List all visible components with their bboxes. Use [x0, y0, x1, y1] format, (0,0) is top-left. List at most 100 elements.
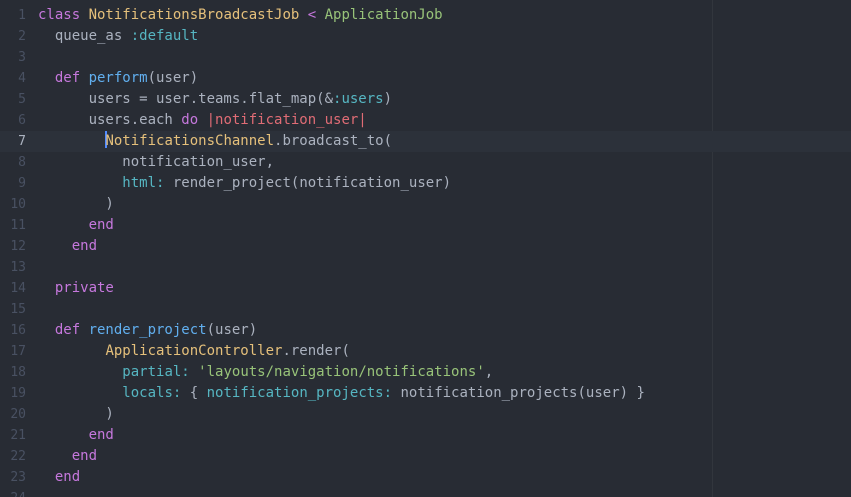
code-line[interactable]: 2 queue_as :default [0, 26, 851, 47]
code-line[interactable]: 13 [0, 257, 851, 278]
line-code[interactable]: notification_user, [38, 152, 274, 173]
code-line[interactable]: 21 end [0, 425, 851, 446]
code-line[interactable]: 9 html: render_project(notification_user… [0, 173, 851, 194]
code-token: notification_user, [38, 154, 275, 170]
line-number: 24 [0, 488, 26, 497]
code-token: .render( [282, 343, 350, 359]
line-number: 21 [10, 428, 26, 443]
line-code[interactable]: ) [38, 404, 114, 425]
line-code[interactable]: users = user.teams.flat_map(&:users) [38, 89, 392, 110]
code-line[interactable]: 18 partial: 'layouts/navigation/notifica… [0, 362, 851, 383]
code-token: perform [88, 70, 148, 86]
code-line[interactable]: 24 [0, 488, 851, 497]
line-number: 10 [10, 197, 26, 212]
code-token: :default [130, 28, 199, 44]
code-line[interactable]: 22 end [0, 446, 851, 467]
code-token: ApplicationController [105, 343, 283, 359]
code-token: queue_as [38, 28, 131, 44]
line-code[interactable]: queue_as :default [38, 26, 198, 47]
code-line[interactable]: 3 [0, 47, 851, 68]
code-token: partial: [122, 364, 190, 380]
code-token: ) [38, 196, 114, 212]
editor-lines[interactable]: 1 class NotificationsBroadcastJob < Appli… [0, 5, 851, 497]
code-line[interactable]: 23 end [0, 467, 851, 488]
line-number: 16 [10, 323, 26, 338]
line-code[interactable]: end [38, 467, 80, 488]
code-line[interactable]: 10 ) [0, 194, 851, 215]
code-token: do [181, 112, 207, 128]
code-line[interactable]: 14 private [0, 278, 851, 299]
code-line[interactable]: 1 class NotificationsBroadcastJob < Appli… [0, 5, 851, 26]
line-code[interactable]: users.each do |notification_user| [38, 110, 367, 131]
code-token: , [484, 364, 494, 380]
code-line[interactable]: 6 users.each do |notification_user| [0, 110, 851, 131]
line-code[interactable]: ) [38, 194, 114, 215]
code-token: NotificationsBroadcastJob [88, 7, 300, 23]
code-token: def [54, 70, 89, 86]
line-number: 14 [10, 281, 26, 296]
code-token: end [54, 469, 81, 485]
line-code[interactable]: NotificationsChannel.broadcast_to( [38, 131, 392, 152]
code-token: ) [38, 406, 114, 422]
code-token: 'layouts/navigation/notifications' [198, 364, 485, 380]
code-token: end [88, 217, 114, 233]
code-line[interactable]: 17 ApplicationController.render( [0, 341, 851, 362]
code-line[interactable]: 16 def render_project(user) [0, 320, 851, 341]
line-code[interactable]: locals: { notification_projects: notific… [38, 383, 645, 404]
code-token: def [54, 322, 89, 338]
line-code[interactable]: end [38, 236, 97, 257]
line-code[interactable]: def perform(user) [38, 68, 198, 89]
code-token: end [71, 448, 98, 464]
line-number: 4 [18, 71, 26, 86]
line-code[interactable]: end [38, 425, 114, 446]
line-code[interactable]: class NotificationsBroadcastJob < Applic… [38, 5, 443, 26]
code-token: end [71, 238, 98, 254]
code-line[interactable]: 5 users = user.teams.flat_map(&:users) [0, 89, 851, 110]
line-number: 12 [10, 239, 26, 254]
code-token: render_project [88, 322, 207, 338]
code-line[interactable]: 7 NotificationsChannel.broadcast_to( [0, 131, 851, 152]
code-line[interactable]: 19 locals: { notification_projects: noti… [0, 383, 851, 404]
code-line[interactable]: 11 end [0, 215, 851, 236]
code-token: ApplicationJob [324, 7, 443, 23]
code-token: (user) [206, 322, 258, 338]
line-number: 9 [18, 176, 26, 191]
code-line[interactable]: 8 notification_user, [0, 152, 851, 173]
line-code[interactable]: private [38, 278, 114, 299]
line-code[interactable]: partial: 'layouts/navigation/notificatio… [38, 362, 493, 383]
code-token: { [181, 385, 207, 401]
line-number: 23 [10, 470, 26, 485]
code-token: NotificationsChannel [105, 133, 275, 149]
line-number: 5 [18, 92, 26, 107]
code-token: :users [333, 91, 384, 107]
code-token: notification_projects: [206, 385, 393, 401]
code-line[interactable]: 20 ) [0, 404, 851, 425]
line-number: 6 [18, 113, 26, 128]
code-token: users = user.teams.flat_map(& [38, 91, 334, 107]
line-code[interactable]: html: render_project(notification_user) [38, 173, 451, 194]
line-number: 17 [10, 344, 26, 359]
code-token: class [38, 7, 89, 23]
code-editor[interactable]: 1 class NotificationsBroadcastJob < Appli… [0, 0, 851, 497]
code-line[interactable]: 15 [0, 299, 851, 320]
line-code[interactable]: ApplicationController.render( [38, 341, 350, 362]
code-line[interactable]: 4 def perform(user) [0, 68, 851, 89]
line-code[interactable]: def render_project(user) [38, 320, 257, 341]
code-line[interactable]: 12 end [0, 236, 851, 257]
line-code[interactable]: end [38, 215, 114, 236]
line-number: 13 [10, 260, 26, 275]
code-token: private [54, 280, 114, 296]
line-code[interactable]: end [38, 446, 97, 467]
code-token: .broadcast_to( [274, 133, 393, 149]
